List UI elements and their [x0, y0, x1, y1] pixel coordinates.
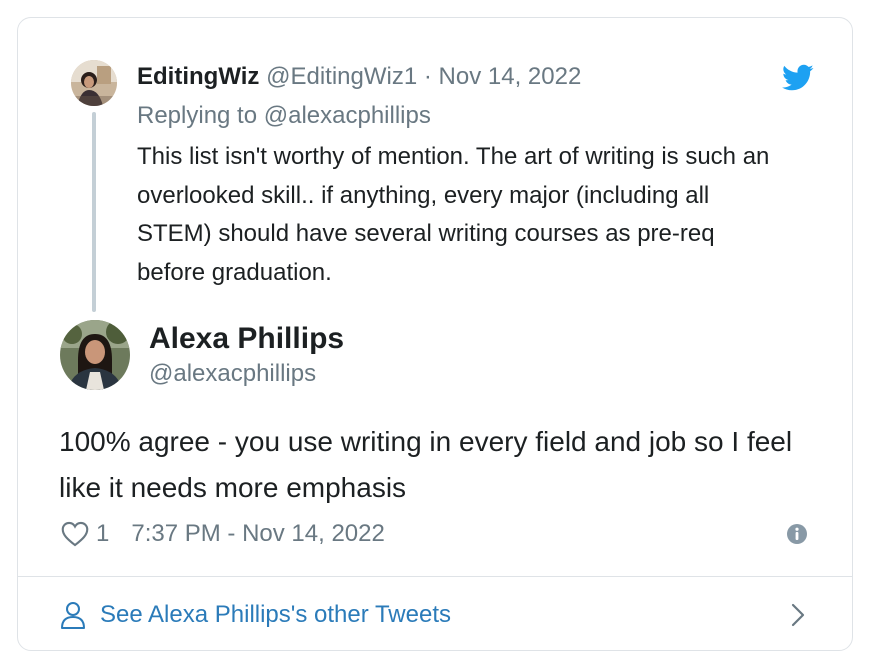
parent-avatar-image — [71, 60, 117, 106]
main-avatar-image — [60, 320, 130, 390]
see-other-tweets-label[interactable]: See Alexa Phillips's other Tweets — [100, 601, 451, 629]
see-other-tweets-link[interactable]: See Alexa Phillips's other Tweets — [60, 595, 451, 635]
like-count[interactable]: 1 — [96, 520, 109, 548]
person-icon — [61, 602, 85, 629]
parent-tweet-text: This list isn't worthy of mention. The a… — [137, 143, 770, 286]
replying-to-label[interactable]: Replying to @alexacphillips — [137, 100, 431, 132]
main-avatar[interactable] — [60, 320, 130, 390]
tweet-timestamp[interactable]: 7:37 PM - Nov 14, 2022 — [131, 520, 384, 548]
main-author-handle[interactable]: @alexacphillips — [149, 358, 316, 390]
chevron-right-icon[interactable] — [790, 601, 806, 629]
main-tweet-text: 100% agree - you use writing in every fi… — [59, 426, 793, 503]
parent-separator: · — [423, 63, 432, 90]
parent-author-handle[interactable]: @EditingWiz1 — [266, 63, 417, 90]
thread-connector-line — [92, 112, 96, 312]
parent-tweet-header: EditingWiz @EditingWiz1 · Nov 14, 2022 — [137, 60, 581, 94]
info-icon[interactable] — [786, 523, 808, 545]
twitter-bird-icon[interactable] — [782, 64, 814, 92]
footer-divider — [18, 576, 852, 577]
tweet-embed-card: EditingWiz @EditingWiz1 · Nov 14, 2022 R… — [17, 17, 853, 651]
parent-avatar[interactable] — [71, 60, 117, 106]
main-author-name[interactable]: Alexa Phillips — [149, 320, 344, 358]
parent-author-name[interactable]: EditingWiz — [137, 63, 259, 90]
parent-tweet-date[interactable]: Nov 14, 2022 — [439, 63, 582, 90]
tweet-meta-row: 1 7:37 PM - Nov 14, 2022 — [61, 514, 385, 554]
heart-icon[interactable] — [61, 521, 89, 547]
